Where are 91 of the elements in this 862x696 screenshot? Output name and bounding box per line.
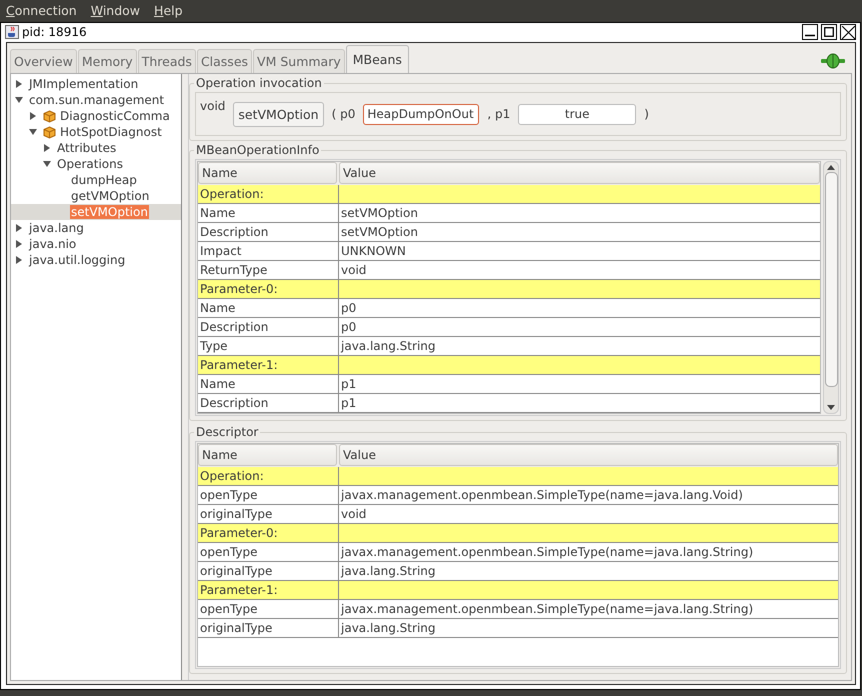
- connection-icon[interactable]: [820, 53, 846, 69]
- expand-arrow-icon[interactable]: [15, 240, 23, 248]
- group-title: Operation invocation: [195, 76, 323, 90]
- close-button[interactable]: [840, 24, 856, 40]
- group-title: Descriptor: [195, 425, 260, 439]
- tree-item[interactable]: Operations: [56, 157, 124, 171]
- parameter-label: , p1: [487, 107, 510, 121]
- tree-item[interactable]: java.util.logging: [28, 253, 126, 267]
- expand-arrow-icon[interactable]: [15, 80, 23, 88]
- column-header[interactable]: Value: [339, 162, 820, 184]
- table-cell-text: p1: [340, 395, 358, 412]
- parameter-label: ): [644, 107, 649, 121]
- table-cell: Name: [198, 204, 339, 222]
- table-cell: originalType: [198, 505, 339, 523]
- tab[interactable]: Memory: [78, 49, 137, 73]
- minimize-button[interactable]: [802, 24, 818, 40]
- table-cell: openType: [198, 486, 339, 504]
- table-cell: Parameter-0:: [198, 280, 339, 298]
- menu-item[interactable]: Help: [154, 3, 183, 18]
- tab[interactable]: VM Summary: [253, 49, 345, 73]
- tree-item[interactable]: DiagnosticComma: [59, 109, 171, 123]
- tree-item[interactable]: Attributes: [56, 141, 118, 155]
- table-cell: Description: [198, 223, 339, 241]
- collapse-arrow-icon[interactable]: [15, 96, 23, 104]
- table-cell: Description: [198, 394, 339, 412]
- table-cell: Impact: [198, 242, 339, 260]
- table-cell: ReturnType: [198, 261, 339, 279]
- column-header[interactable]: Value: [339, 444, 838, 466]
- return-type-label: void: [200, 99, 226, 113]
- table-cell-text: void: [340, 506, 368, 523]
- table-cell-text: p1: [340, 376, 358, 393]
- table-cell-text: UNKNOWN: [340, 243, 407, 260]
- column-header[interactable]: Name: [198, 162, 337, 184]
- table-cell: openType: [198, 600, 339, 618]
- scroll-up-icon[interactable]: [827, 164, 835, 170]
- scroll-down-icon[interactable]: [827, 405, 835, 411]
- tab[interactable]: Overview: [10, 49, 77, 73]
- table-cell-text: javax.management.openmbean.SimpleType(name=java.lang.String): [340, 601, 754, 618]
- close-icon: [842, 26, 854, 38]
- table-cell: Parameter-0:: [198, 524, 339, 542]
- table-cell: Description: [198, 318, 339, 336]
- tree-item[interactable]: getVMOption: [70, 189, 150, 203]
- table-cell-text: java.lang.String: [340, 338, 436, 355]
- column-header[interactable]: Name: [198, 444, 337, 466]
- table-cell-text: javax.management.openmbean.SimpleType(name=java.lang.String): [340, 544, 754, 561]
- window-title: pid: 18916: [22, 25, 87, 39]
- tree-item[interactable]: com.sun.management: [28, 93, 166, 107]
- tree-item[interactable]: java.lang: [28, 221, 85, 235]
- input-field[interactable]: HeapDumpOnOut: [363, 104, 480, 124]
- tab[interactable]: Classes: [196, 49, 252, 73]
- table-cell: originalType: [198, 562, 339, 580]
- table-cell-text: p0: [340, 319, 358, 336]
- table-cell-text: javax.management.openmbean.SimpleType(name=java.lang.Void): [340, 487, 744, 504]
- input-field[interactable]: true: [518, 104, 636, 124]
- table-cell-text: void: [340, 262, 368, 279]
- tree-item[interactable]: JMImplementation: [28, 77, 140, 91]
- table-cell: Parameter-1:: [198, 581, 339, 599]
- maximize-button[interactable]: [821, 24, 837, 40]
- parameter-label: ( p0: [332, 107, 356, 121]
- table-cell: Name: [198, 375, 339, 393]
- tree-item[interactable]: java.nio: [28, 237, 78, 251]
- table-cell-text: java.lang.String: [340, 620, 436, 637]
- table-cell: Name: [198, 299, 339, 317]
- menu-item[interactable]: Connection: [6, 3, 77, 18]
- table-cell: originalType: [198, 619, 339, 637]
- table-cell: openType: [198, 543, 339, 561]
- table-cell-text: p0: [340, 300, 358, 317]
- tree-item[interactable]: dumpHeap: [70, 173, 138, 187]
- group-title: MBeanOperationInfo: [195, 143, 320, 157]
- collapse-arrow-icon[interactable]: [43, 160, 51, 168]
- scrollbar[interactable]: [823, 161, 839, 414]
- expand-arrow-icon[interactable]: [29, 112, 37, 120]
- invoke-button[interactable]: setVMOption: [233, 102, 324, 126]
- table-cell: Parameter-1:: [198, 356, 339, 374]
- expand-arrow-icon[interactable]: [43, 144, 51, 152]
- maximize-icon: [824, 27, 834, 37]
- table-cell-text: setVMOption: [340, 224, 419, 241]
- expand-arrow-icon[interactable]: [15, 256, 23, 264]
- table-cell-text: setVMOption: [340, 205, 419, 222]
- minimize-icon: [805, 34, 815, 37]
- table-cell: Operation:: [198, 185, 339, 203]
- menu-item[interactable]: Window: [90, 3, 140, 18]
- tree-item[interactable]: HotSpotDiagnost: [59, 125, 163, 139]
- tab[interactable]: Threads: [138, 49, 196, 73]
- table-cell: Type: [198, 337, 339, 355]
- java-cup-icon: [5, 25, 19, 39]
- expand-arrow-icon[interactable]: [15, 224, 23, 232]
- tab[interactable]: MBeans: [346, 45, 409, 73]
- table-cell: Operation:: [198, 467, 339, 485]
- table-cell-text: java.lang.String: [340, 563, 436, 580]
- collapse-arrow-icon[interactable]: [29, 128, 37, 136]
